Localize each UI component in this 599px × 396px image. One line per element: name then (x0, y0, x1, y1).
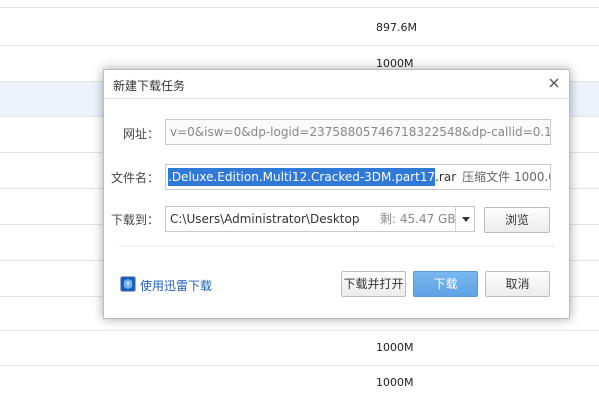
chevron-down-icon[interactable] (455, 207, 474, 231)
footer-divider (119, 246, 555, 247)
dialog-title-bar[interactable]: 新建下载任务 (104, 70, 569, 98)
filename-selected: .Deluxe.Edition.Multi12.Cracked-3DM.part… (168, 168, 436, 186)
close-icon[interactable] (547, 76, 561, 90)
list-row[interactable]: 897.6M (0, 8, 599, 46)
file-size: 1000M (376, 376, 414, 389)
save-path-field[interactable]: C:\Users\Administrator\Desktop 剩: 45.47 … (165, 206, 475, 232)
file-size: 897.6M (376, 21, 417, 34)
browse-button[interactable]: 浏览 (484, 207, 550, 233)
free-space: 剩: 45.47 GB (380, 212, 456, 226)
save-to-label: 下载到： (110, 213, 159, 227)
download-and-open-button[interactable]: 下载并打开 (341, 271, 406, 297)
save-path-value: C:\Users\Administrator\Desktop (170, 212, 360, 226)
filename-extension: .rar (435, 170, 457, 184)
file-size: 1000M (376, 341, 414, 354)
list-row[interactable]: 1000M (0, 366, 599, 396)
cancel-button[interactable]: 取消 (485, 271, 550, 297)
new-download-dialog: 新建下载任务 网址： v=0&isw=0&dp-logid=2375880574… (103, 69, 570, 319)
url-value: v=0&isw=0&dp-logid=23758805746718322548&… (170, 125, 551, 139)
thunder-icon (120, 276, 136, 292)
filename-label: 文件名： (110, 171, 159, 185)
title-divider (104, 98, 569, 99)
list-row[interactable]: 1000M (0, 331, 599, 366)
url-field[interactable]: v=0&isw=0&dp-logid=23758805746718322548&… (165, 119, 551, 145)
use-thunder-label: 使用迅雷下载 (140, 279, 213, 293)
filename-field[interactable]: .Deluxe.Edition.Multi12.Cracked-3DM.part… (165, 164, 551, 190)
download-button[interactable]: 下载 (413, 271, 478, 297)
url-label: 网址： (122, 127, 159, 141)
dialog-title: 新建下载任务 (113, 79, 186, 93)
file-size-info: 压缩文件 1000.00 MB (462, 170, 550, 184)
list-row[interactable] (0, 0, 599, 8)
